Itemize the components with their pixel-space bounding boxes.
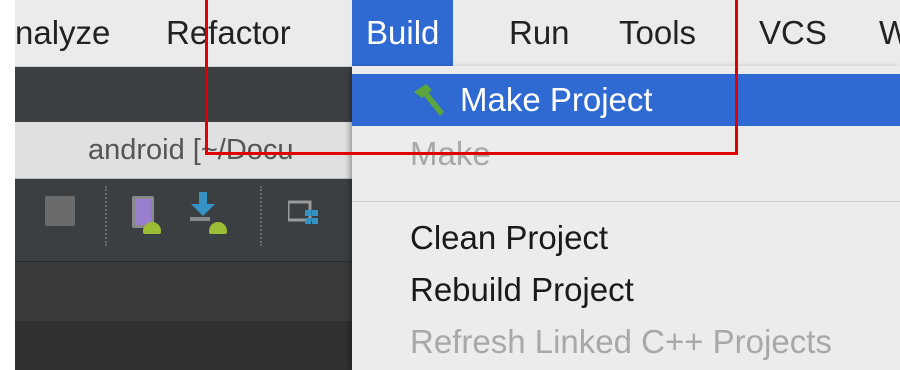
menu-build[interactable]: Build [352,0,454,66]
menu-item-clean-project[interactable]: Clean Project [352,212,900,264]
menu-item-refresh-linked-cpp-projects: Refresh Linked C++ Projects [410,323,832,360]
window-title: android [~/Docu [88,134,294,166]
menu-window[interactable]: W [865,0,900,66]
menu-run[interactable]: Run [495,0,584,66]
stop-icon[interactable] [45,196,75,226]
menu-analyze[interactable]: nalyze [15,0,124,66]
menu-refactor[interactable]: Refactor [152,0,305,66]
menu-item-rebuild-project[interactable]: Rebuild Project [352,264,900,316]
screen: nalyze Refactor Build Run Tools VCS W an… [15,0,900,370]
menu-item-label: Make Project [460,81,653,118]
toolbar-separator [260,186,262,246]
hammer-icon [414,84,444,116]
menu-item-make-project[interactable]: Make Project [352,74,900,126]
menu-separator [352,201,900,202]
menu-vcs[interactable]: VCS [745,0,841,66]
build-menu-dropdown: Make Project Make Clean Project Rebuild … [352,66,900,370]
menu-bar: nalyze Refactor Build Run Tools VCS W [15,0,900,67]
menu-tools[interactable]: Tools [605,0,710,66]
menu-item-make: Make [410,135,491,172]
toolbar-separator [105,186,107,246]
